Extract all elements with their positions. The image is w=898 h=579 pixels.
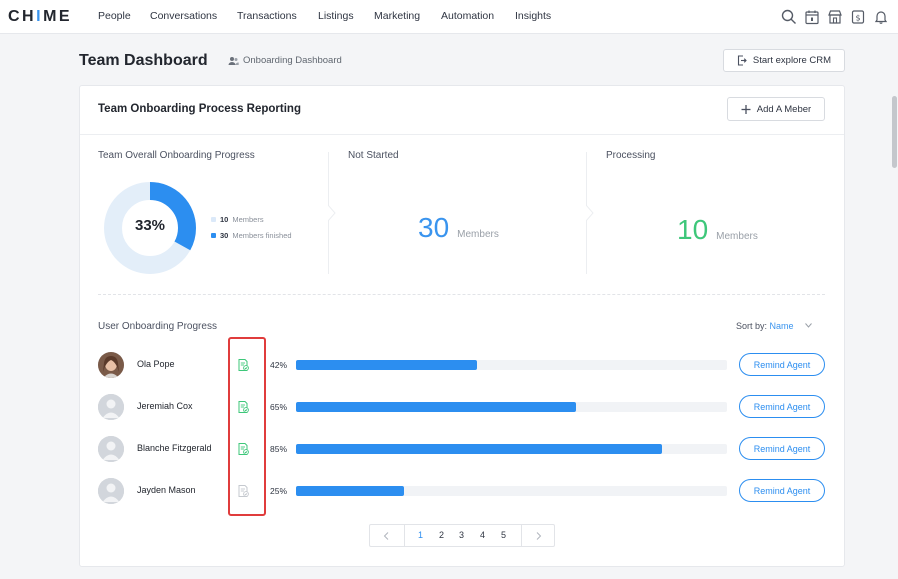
processing-value: 10 (677, 214, 709, 245)
processing-unit: Members (716, 231, 758, 242)
chime-logo[interactable]: CHIME (8, 8, 72, 26)
explore-button-label: Start explore CRM (752, 55, 832, 66)
avatar (98, 436, 124, 462)
add-member-label: Add A Meber (756, 103, 812, 115)
add-member-button[interactable]: Add A Meber (727, 97, 825, 121)
progress-percent: 25% (270, 486, 288, 496)
scrollbar-thumb[interactable] (892, 96, 897, 168)
remind-agent-button[interactable]: Remind Agent (739, 479, 825, 502)
section-divider (98, 294, 825, 295)
top-navigation: CHIME People Conversations Transactions … (0, 0, 898, 34)
nav-automation[interactable]: Automation (441, 10, 494, 22)
logo-text: CHIME (8, 8, 73, 25)
page-5[interactable]: 5 (501, 530, 506, 540)
legend-swatch-blue (211, 233, 216, 238)
nav-transactions[interactable]: Transactions (237, 10, 297, 22)
sublink-label: Onboarding Dashboard (243, 55, 342, 66)
user-progress-title: User Onboarding Progress (98, 321, 217, 332)
prev-page-icon[interactable] (383, 532, 389, 540)
progress-percent: 65% (270, 402, 288, 412)
legend-members: 10 Members (211, 215, 264, 224)
store-icon[interactable] (827, 9, 843, 25)
page-2[interactable]: 2 (439, 530, 444, 540)
progress-percent: 85% (270, 444, 288, 454)
nav-marketing[interactable]: Marketing (374, 10, 420, 22)
not-started-unit: Members (457, 229, 499, 240)
agent-name: Jayden Mason (137, 485, 196, 495)
legend-text: Members (232, 215, 264, 224)
nav-people[interactable]: People (98, 10, 131, 22)
plus-icon (741, 104, 751, 114)
progress-bar-fill (296, 360, 478, 370)
processing-label: Processing (606, 150, 656, 161)
svg-text:$: $ (855, 14, 860, 23)
calendar-icon[interactable] (804, 9, 820, 25)
remind-agent-button[interactable]: Remind Agent (739, 353, 825, 376)
agent-name: Ola Pope (137, 359, 175, 369)
next-page-icon[interactable] (536, 532, 542, 540)
legend-count: 30 (220, 231, 229, 240)
pagination: 1 2 3 4 5 (369, 524, 555, 547)
remind-agent-button[interactable]: Remind Agent (739, 437, 825, 460)
not-started-value: 30 (418, 212, 450, 243)
overall-progress-label: Team Overall Onboarding Progress (98, 150, 255, 161)
pager-divider (404, 525, 405, 546)
sort-value[interactable]: Name (770, 321, 794, 331)
avatar (98, 478, 124, 504)
progress-bar-fill (296, 486, 404, 496)
legend-members-finished: 30 Members finished (211, 231, 292, 240)
page-4[interactable]: 4 (480, 530, 485, 540)
bell-icon[interactable] (873, 9, 889, 25)
progress-bar (296, 402, 727, 412)
progress-bar (296, 360, 727, 370)
avatar (98, 394, 124, 420)
not-started-label: Not Started (348, 150, 399, 161)
legend-count: 10 (220, 215, 229, 224)
progress-bar (296, 444, 727, 454)
pager-divider (521, 525, 522, 546)
users-icon (228, 56, 239, 65)
agent-name: Jeremiah Cox (137, 401, 193, 411)
progress-bar (296, 486, 727, 496)
processing-stat: 10 Members (677, 214, 758, 246)
start-explore-crm-button[interactable]: Start explore CRM (723, 49, 845, 72)
avatar (98, 352, 124, 378)
onboarding-dashboard-link[interactable]: Onboarding Dashboard (228, 55, 342, 66)
card-header-divider (80, 134, 844, 135)
search-icon[interactable] (781, 9, 797, 25)
chevron-right-icon (586, 205, 594, 221)
overall-percent: 33% (134, 217, 166, 234)
chevron-right-icon (328, 205, 336, 221)
sort-control[interactable]: Sort by: Name (736, 321, 794, 331)
chevron-down-icon[interactable] (805, 323, 812, 328)
progress-bar-fill (296, 402, 577, 412)
nav-listings[interactable]: Listings (318, 10, 354, 22)
card-title: Team Onboarding Process Reporting (98, 103, 301, 115)
progress-bar-fill (296, 444, 663, 454)
page-1[interactable]: 1 (418, 530, 423, 540)
logo-accent: I (36, 8, 44, 25)
sort-label: Sort by: (736, 321, 768, 331)
document-column-highlight (228, 337, 266, 516)
agent-name: Blanche Fitzgerald (137, 443, 212, 453)
page-title: Team Dashboard (79, 52, 208, 69)
nav-conversations[interactable]: Conversations (150, 10, 217, 22)
progress-percent: 42% (270, 360, 288, 370)
remind-agent-button[interactable]: Remind Agent (739, 395, 825, 418)
dollar-icon[interactable]: $ (850, 9, 866, 25)
legend-swatch-light (211, 217, 216, 222)
nav-insights[interactable]: Insights (515, 10, 551, 22)
page-3[interactable]: 3 (459, 530, 464, 540)
exit-icon (737, 55, 747, 66)
legend-text: Members finished (232, 231, 292, 240)
not-started-stat: 30 Members (418, 212, 499, 244)
